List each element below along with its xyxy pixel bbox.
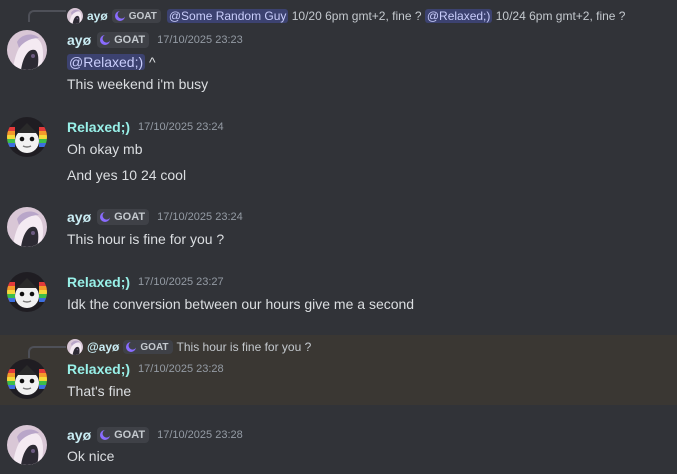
reply-spine — [28, 10, 66, 22]
username[interactable]: Relaxed;) — [67, 119, 130, 135]
avatar[interactable] — [7, 207, 47, 247]
username[interactable]: ayø — [67, 427, 91, 443]
message-6: ayø GOAT 17/10/2025 23:28 Ok nice — [0, 405, 677, 474]
timestamp: 17/10/2025 23:27 — [138, 276, 224, 288]
message-header: ayø GOAT 17/10/2025 23:23 — [67, 32, 243, 48]
avatar[interactable] — [7, 117, 47, 157]
timestamp: 17/10/2025 23:24 — [157, 211, 243, 223]
message-text: Ok nice — [67, 448, 115, 464]
role-tag: GOAT — [97, 427, 150, 443]
message-text: @Relaxed;) ^ — [67, 54, 156, 70]
reply-avatar — [67, 339, 83, 355]
message-4: Relaxed;) 17/10/2025 23:27 Idk the conve… — [0, 265, 677, 335]
role-tag: GOAT — [111, 9, 161, 23]
avatar[interactable] — [7, 272, 47, 312]
username[interactable]: Relaxed;) — [67, 361, 130, 377]
message-header: Relaxed;) 17/10/2025 23:28 — [67, 361, 224, 377]
reply-spine — [28, 346, 66, 358]
avatar[interactable] — [7, 359, 47, 399]
timestamp: 17/10/2025 23:28 — [138, 363, 224, 375]
message-1: ayø GOAT @Some Random Guy 10/20 6pm gmt+… — [0, 0, 677, 105]
username[interactable]: ayø — [67, 32, 91, 48]
reply-avatar — [67, 8, 83, 24]
message-3: ayø GOAT 17/10/2025 23:24 This hour is f… — [0, 195, 677, 265]
message-text: This hour is fine for you ? — [67, 231, 225, 247]
mention[interactable]: @Relaxed;) — [67, 54, 146, 70]
username[interactable]: Relaxed;) — [67, 274, 130, 290]
avatar[interactable] — [7, 425, 47, 465]
moon-icon — [99, 429, 111, 441]
moon-icon — [99, 34, 111, 46]
moon-icon — [99, 211, 111, 223]
moon-icon — [114, 10, 126, 22]
timestamp: 17/10/2025 23:24 — [138, 121, 224, 133]
avatar[interactable] — [7, 30, 47, 70]
role-tag: GOAT — [97, 209, 150, 225]
username[interactable]: ayø — [67, 209, 91, 225]
message-text: Oh okay mb — [67, 141, 143, 157]
message-2: Relaxed;) 17/10/2025 23:24 Oh okay mb An… — [0, 105, 677, 195]
mention[interactable]: @Relaxed;) — [424, 9, 493, 23]
moon-icon — [125, 341, 137, 353]
message-text: And yes 10 24 cool — [67, 167, 187, 183]
message-text: Idk the conversion between our hours giv… — [67, 296, 415, 312]
timestamp: 17/10/2025 23:23 — [157, 34, 243, 46]
message-header: Relaxed;) 17/10/2025 23:24 — [67, 119, 224, 135]
message-header: Relaxed;) 17/10/2025 23:27 — [67, 274, 224, 290]
role-tag: GOAT — [97, 32, 150, 48]
message-text: This weekend i'm busy — [67, 76, 209, 92]
timestamp: 17/10/2025 23:28 — [157, 429, 243, 441]
message-text: That's fine — [67, 383, 132, 399]
message-5: @ayø GOAT This hour is fine for you ? Re… — [0, 335, 677, 405]
reply-author[interactable]: ayø — [87, 9, 108, 23]
role-tag: GOAT — [123, 340, 173, 354]
reply-preview[interactable]: ayø GOAT @Some Random Guy 10/20 6pm gmt+… — [67, 8, 625, 24]
message-header: ayø GOAT 17/10/2025 23:28 — [67, 427, 243, 443]
mention[interactable]: @Some Random Guy — [166, 9, 289, 23]
message-header: ayø GOAT 17/10/2025 23:24 — [67, 209, 243, 225]
reply-preview[interactable]: @ayø GOAT This hour is fine for you ? — [67, 339, 311, 355]
reply-author[interactable]: @ayø — [87, 340, 119, 354]
